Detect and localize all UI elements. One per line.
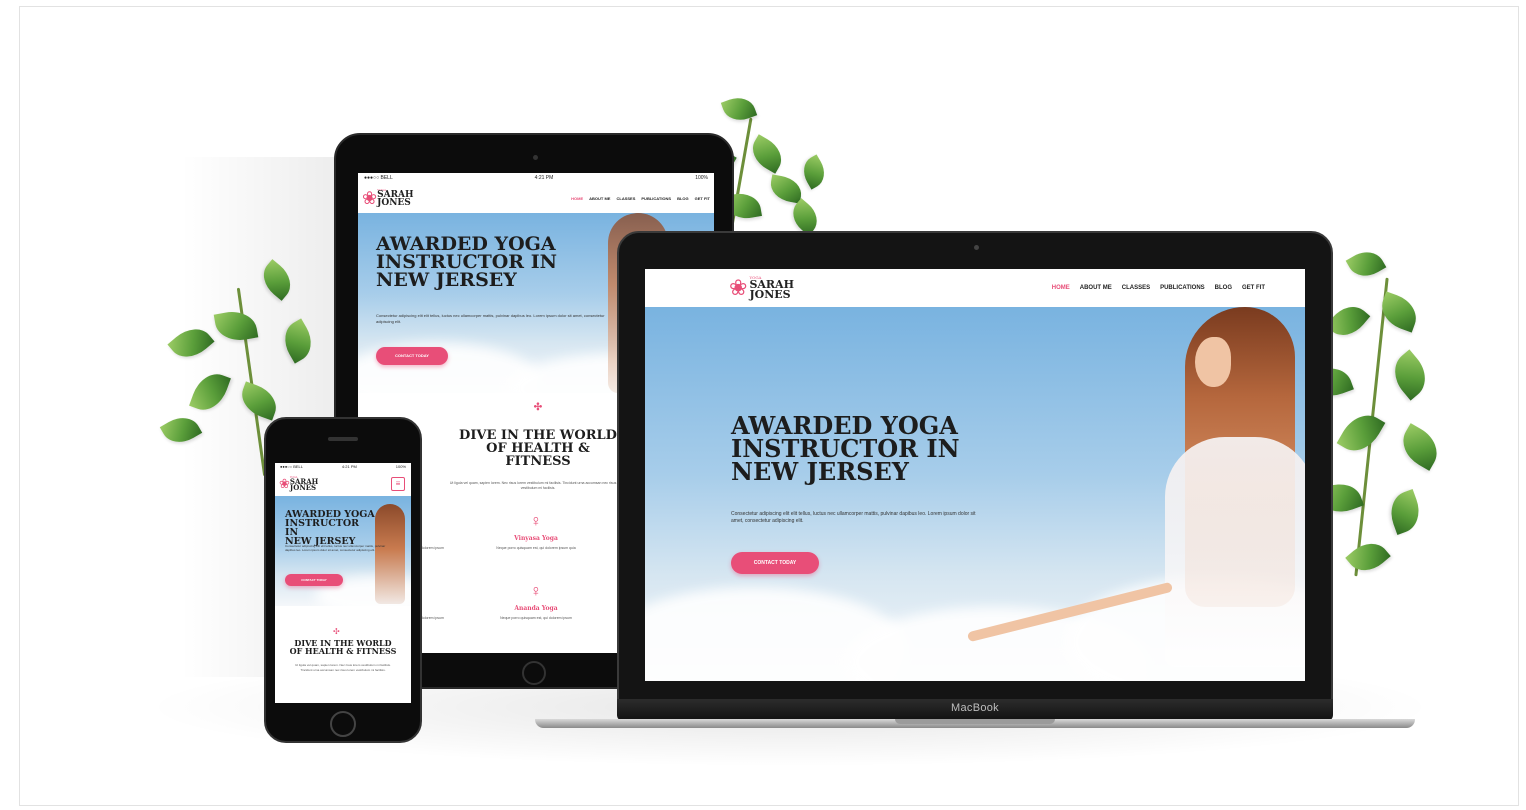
hero-text: Consectetur adipiscing elit elit tellus,… bbox=[731, 511, 976, 524]
phone-device: ●●●○○ BELL 4:21 PM 100% ❀ YOGA SARAH JON… bbox=[264, 417, 422, 743]
section-heading: DIVE IN THE WORLD OF HEALTH & FITNESS bbox=[289, 638, 397, 656]
class-card[interactable]: ♀ Vinyasa Yoga Neque porro quisquam est,… bbox=[486, 513, 586, 551]
laptop-device: ❀ YOGA SARAH JONES HOME ABOUT ME CLASSES… bbox=[617, 231, 1333, 701]
yoga-pose-icon: ♀ bbox=[530, 583, 542, 600]
contact-button[interactable]: CONTACT TODAY bbox=[285, 574, 343, 586]
yoga-pose-icon: ✣ bbox=[333, 627, 340, 636]
hero-text: Consectetur adipiscing elit elit tellus,… bbox=[285, 544, 386, 553]
hero-woman-image bbox=[966, 307, 1305, 667]
status-carrier: ●●●○○ BELL bbox=[280, 464, 303, 469]
section-title: ✣ bbox=[533, 402, 543, 413]
laptop-screen: ❀ YOGA SARAH JONES HOME ABOUT ME CLASSES… bbox=[645, 269, 1305, 681]
status-battery: 100% bbox=[395, 464, 406, 469]
main-menu: HOME ABOUT ME CLASSES PUBLICATIONS BLOG … bbox=[565, 196, 710, 201]
hero-section: AWARDED YOGA INSTRUCTOR IN NEW JERSEY Co… bbox=[645, 307, 1305, 681]
logo-name-2: JONES bbox=[289, 483, 317, 493]
hero-title: AWARDED YOGA INSTRUCTOR IN NEW JERSEY bbox=[731, 411, 960, 486]
tablet-camera bbox=[533, 155, 538, 160]
laptop-bezel-bottom: MacBook bbox=[617, 699, 1333, 721]
status-carrier: ●●●○○ BELL bbox=[364, 175, 393, 181]
lotus-icon: ❀ bbox=[362, 187, 378, 208]
nav-publications[interactable]: PUBLICATIONS bbox=[641, 196, 671, 201]
card-text: Neque porro quisquam est, qui dolorem ip… bbox=[500, 616, 572, 620]
laptop-label: MacBook bbox=[951, 702, 999, 714]
nav-home[interactable]: HOME bbox=[571, 196, 583, 201]
class-card[interactable]: ♀ Ananda Yoga Neque porro quisquam est, … bbox=[486, 583, 586, 621]
site-logo[interactable]: ❀ YOGA SARAH JONES bbox=[729, 275, 794, 301]
main-menu: HOME ABOUT ME CLASSES PUBLICATIONS BLOG … bbox=[1042, 285, 1265, 291]
lotus-icon: ❀ bbox=[729, 275, 748, 300]
mockup-canvas: ●●●○○ BELL 4:21 PM 100% ❀ YOGA SARAH JON… bbox=[19, 6, 1519, 806]
section-text: Ut ligula vel quam, sapien lorem. Nec ri… bbox=[449, 481, 627, 491]
section-text: Ut ligula vel quam, sapien lorem. Nec ri… bbox=[295, 663, 391, 672]
nav-about[interactable]: ABOUT ME bbox=[589, 196, 610, 201]
card-title: Vinyasa Yoga bbox=[514, 535, 558, 542]
status-battery: 100% bbox=[695, 175, 708, 181]
lotus-icon: ❀ bbox=[279, 476, 290, 491]
tablet-status-bar: ●●●○○ BELL 4:21 PM 100% bbox=[358, 173, 714, 183]
nav-publications[interactable]: PUBLICATIONS bbox=[1160, 285, 1205, 291]
card-title: Ananda Yoga bbox=[514, 605, 558, 612]
site-header: ❀ YOGA SARAH JONES ≡ bbox=[275, 472, 411, 496]
nav-blog[interactable]: BLOG bbox=[677, 196, 689, 201]
phone-speaker bbox=[328, 437, 358, 441]
nav-home[interactable]: HOME bbox=[1052, 285, 1070, 291]
logo-text: YOGA SARAH JONES bbox=[377, 188, 413, 209]
site-logo[interactable]: ❀ YOGA SARAH JONES bbox=[279, 476, 318, 492]
status-time: 4:21 PM bbox=[341, 464, 357, 469]
phone-status-bar: ●●●○○ BELL 4:21 PM 100% bbox=[275, 463, 411, 472]
nav-get-fit[interactable]: GET FIT bbox=[1242, 285, 1265, 291]
nav-blog[interactable]: BLOG bbox=[1215, 285, 1232, 291]
phone-screen: ●●●○○ BELL 4:21 PM 100% ❀ YOGA SARAH JON… bbox=[275, 463, 411, 703]
laptop-base: MacBook bbox=[535, 699, 1415, 731]
nav-classes[interactable]: CLASSES bbox=[1122, 285, 1150, 291]
status-time: 4:21 PM bbox=[534, 175, 554, 181]
site-header: ❀ YOGA SARAH JONES HOME ABOUT ME CLASSES… bbox=[645, 269, 1305, 307]
phone-home-button[interactable] bbox=[330, 711, 356, 737]
hero-woman-image bbox=[375, 504, 405, 604]
site-logo[interactable]: ❀ YOGA SARAH JONES bbox=[362, 188, 414, 209]
site-header: ❀ YOGA SARAH JONES HOME ABOUT ME CLASSES… bbox=[358, 183, 714, 213]
logo-name-2: JONES bbox=[377, 198, 411, 209]
yoga-pose-icon: ♀ bbox=[530, 513, 542, 530]
section-heading: DIVE IN THE WORLD OF HEALTH & FITNESS bbox=[459, 428, 617, 469]
logo-name-2: JONES bbox=[749, 287, 791, 301]
hamburger-icon[interactable]: ≡ bbox=[391, 477, 405, 491]
hero-text: Consectetur adipiscing elit elit tellus,… bbox=[376, 313, 605, 324]
contact-button[interactable]: CONTACT TODAY bbox=[376, 347, 448, 365]
hero-title: AWARDED YOGA INSTRUCTOR IN NEW JERSEY bbox=[376, 233, 557, 292]
laptop-camera bbox=[974, 245, 979, 250]
logo-text: YOGA SARAH JONES bbox=[289, 476, 318, 493]
hero-section: AWARDED YOGA INSTRUCTOR IN NEW JERSEY Co… bbox=[275, 496, 411, 606]
card-text: Neque porro quisquam est, qui dolorem ip… bbox=[496, 546, 576, 550]
nav-get-fit[interactable]: GET FIT bbox=[695, 196, 710, 201]
logo-text: YOGA SARAH JONES bbox=[749, 276, 794, 301]
tablet-home-button[interactable] bbox=[522, 661, 546, 685]
laptop-notch bbox=[895, 719, 1055, 724]
nav-about[interactable]: ABOUT ME bbox=[1080, 285, 1112, 291]
contact-button[interactable]: CONTACT TODAY bbox=[731, 552, 819, 574]
hero-title: AWARDED YOGA INSTRUCTOR IN NEW JERSEY bbox=[285, 509, 375, 548]
nav-classes[interactable]: CLASSES bbox=[616, 196, 635, 201]
